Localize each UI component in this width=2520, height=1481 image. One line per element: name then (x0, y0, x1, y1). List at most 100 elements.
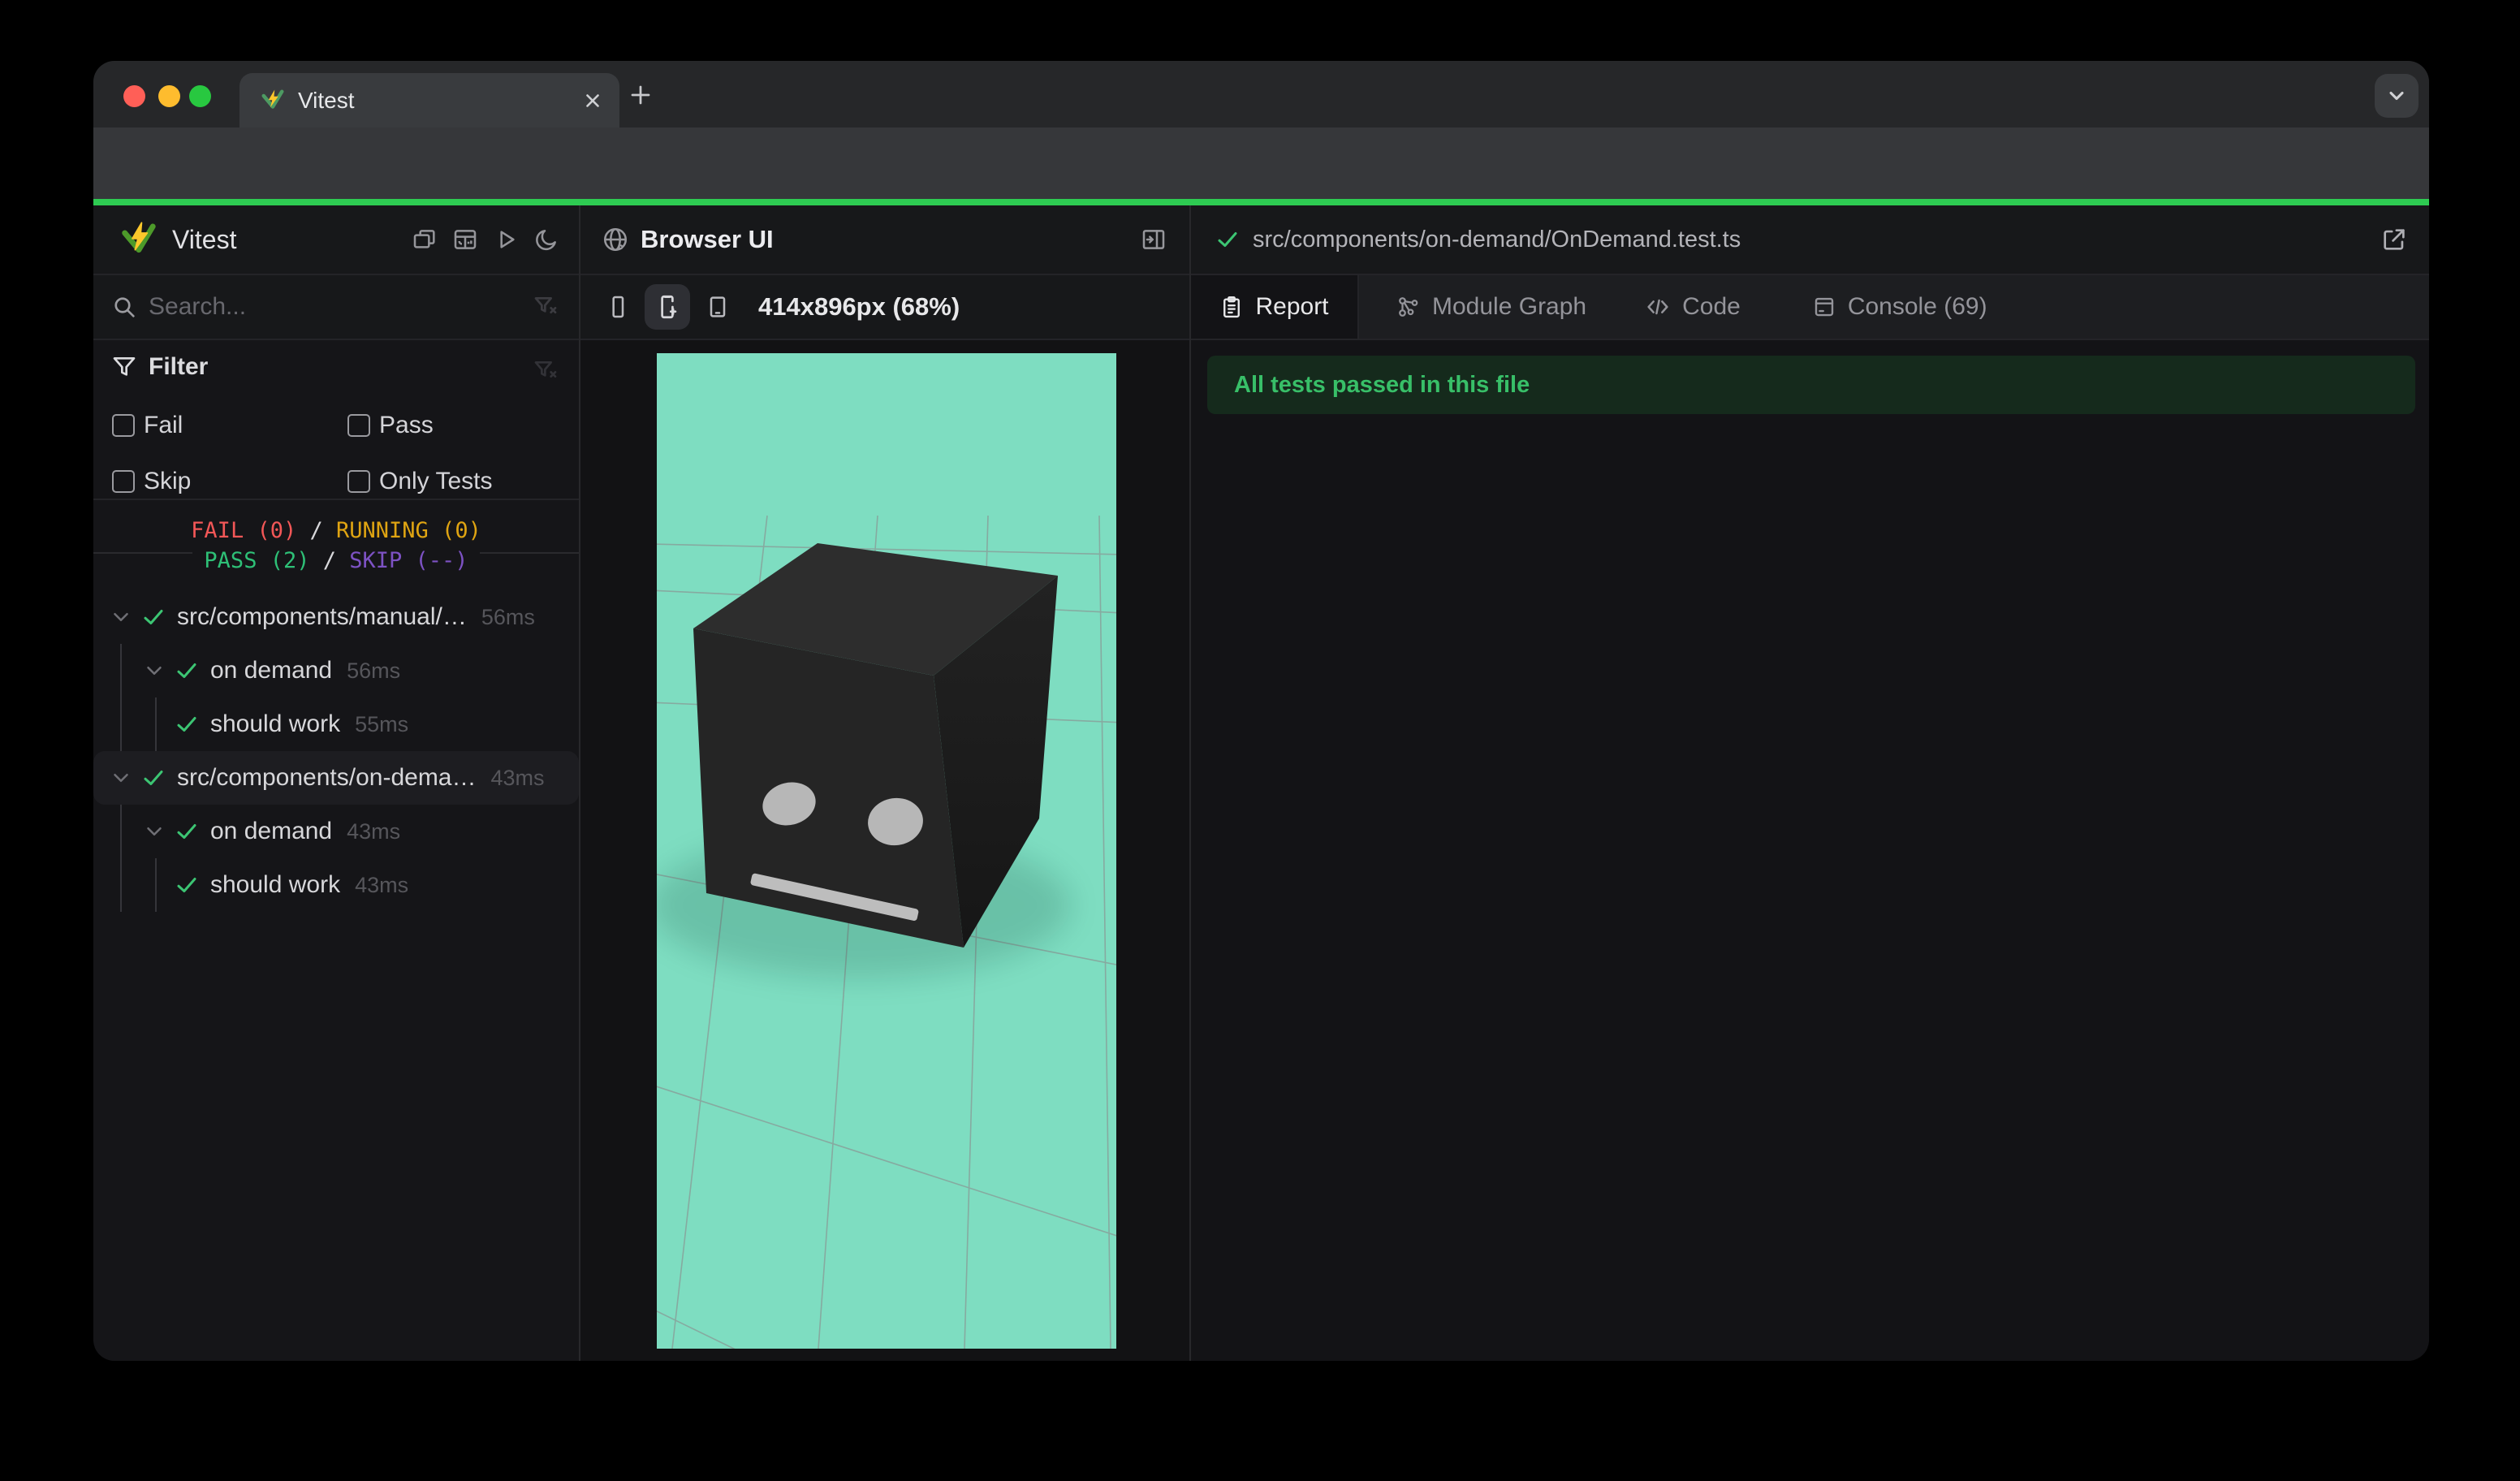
tree-suite-row[interactable]: on demand 43ms (93, 805, 579, 858)
test-file-label[interactable]: src/components/on-dema… (177, 764, 477, 792)
code-icon (1645, 294, 1671, 320)
new-tab-button[interactable] (628, 83, 653, 107)
test-duration: 43ms (347, 818, 401, 844)
browser-toolbar: localhost:5173/#/?file=1828625563 (93, 127, 2429, 253)
filter-funnel-icon (111, 354, 137, 380)
tester-viewport[interactable] (657, 353, 1116, 1349)
phone-icon[interactable] (595, 284, 641, 330)
tree-test-row[interactable]: should work 43ms (93, 858, 579, 912)
fail-checkbox[interactable] (112, 414, 135, 437)
module-graph-icon (1396, 295, 1421, 319)
filter-section: Filter Fail Pass Skip Only Tests (93, 340, 579, 500)
test-duration: 55ms (355, 711, 409, 736)
tree-suite-row[interactable]: on demand 56ms (93, 644, 579, 697)
globe-icon (602, 226, 629, 253)
browser-ui-title: Browser UI (641, 225, 774, 253)
zoom-window-button[interactable] (189, 85, 211, 107)
tab-console-label: Console (69) (1847, 293, 1987, 320)
chevron-down-icon[interactable] (142, 658, 166, 683)
fail-checkbox-label[interactable]: Fail (144, 413, 183, 438)
test-duration: 56ms (481, 604, 535, 629)
vitest-ui: Vitest Search... Filter Fail Pass Skip O… (93, 205, 2429, 1361)
pass-check-icon (175, 819, 199, 844)
vitest-accent-bar (93, 199, 2429, 205)
console-icon (1812, 295, 1836, 319)
test-duration: 43ms (355, 872, 409, 897)
filter-title: Filter (149, 353, 209, 380)
theme-moon-icon[interactable] (533, 227, 559, 253)
tests-passed-banner: All tests passed in this file (1207, 356, 2415, 414)
test-duration: 56ms (347, 658, 401, 683)
pass-check-icon (175, 658, 199, 683)
chevron-down-icon[interactable] (109, 605, 133, 629)
open-external-icon[interactable] (2380, 226, 2408, 253)
tree-test-row[interactable]: should work 55ms (93, 697, 579, 751)
tab-search-chevron-button[interactable] (2375, 74, 2419, 118)
windows-icon[interactable] (412, 227, 438, 253)
only-tests-checkbox[interactable] (347, 470, 370, 493)
search-row (93, 275, 579, 340)
skip-checkbox[interactable] (112, 470, 135, 493)
summary-line-fail-running: FAIL (0) / RUNNING (0) (179, 516, 493, 544)
tab-console[interactable]: Console (69) (1812, 275, 1987, 339)
search-input[interactable] (149, 293, 533, 321)
test-case-label[interactable]: should work (210, 871, 340, 899)
app-title: Vitest (172, 224, 237, 254)
report-tabs: Report Module Graph Code Console (69) (1191, 275, 2429, 340)
tree-file-row[interactable]: src/components/manual/… 56ms (93, 590, 579, 644)
device-toolbar: 414x896px (68%) (580, 275, 1189, 340)
test-case-label[interactable]: should work (210, 710, 340, 738)
tab-code-label: Code (1682, 293, 1741, 320)
tab-code[interactable]: Code (1645, 275, 1741, 339)
browser-ui-header: Browser UI (580, 205, 1189, 275)
minimize-window-button[interactable] (158, 85, 180, 107)
tab-title: Vitest (298, 87, 355, 113)
pass-checkbox[interactable] (347, 414, 370, 437)
test-tree: src/components/manual/… 56ms on demand 5… (93, 590, 579, 912)
pass-check-icon (175, 712, 199, 736)
tab-strip: Vitest (93, 61, 2429, 127)
test-suite-label[interactable]: on demand (210, 818, 332, 845)
tab-module-graph-label: Module Graph (1432, 293, 1587, 320)
report-panel: src/components/on-demand/OnDemand.test.t… (1191, 205, 2429, 1361)
browser-ui-panel: Browser UI 414x896px (68%) (580, 205, 1191, 1361)
tab-report-label: Report (1255, 293, 1329, 320)
clear-filter-icon[interactable] (533, 294, 559, 320)
open-file-path: src/components/on-demand/OnDemand.test.t… (1253, 226, 1741, 253)
tablet-icon[interactable] (695, 284, 740, 330)
pass-checkbox-label[interactable]: Pass (379, 413, 434, 438)
dashboard-icon[interactable] (452, 227, 478, 253)
sidebar-header: Vitest (93, 205, 579, 275)
vitest-favicon-icon (261, 89, 285, 113)
tab-module-graph[interactable]: Module Graph (1396, 275, 1586, 339)
only-tests-checkbox-label[interactable]: Only Tests (379, 469, 493, 494)
pass-check-icon (141, 605, 166, 629)
close-tab-icon[interactable] (582, 90, 603, 111)
chevron-down-icon[interactable] (109, 766, 133, 790)
chevron-down-icon[interactable] (142, 819, 166, 844)
skip-checkbox-label[interactable]: Skip (144, 469, 191, 494)
pass-check-icon (1215, 227, 1240, 252)
test-suite-label[interactable]: on demand (210, 657, 332, 684)
test-file-label[interactable]: src/components/manual/… (177, 603, 467, 631)
tree-file-row-selected[interactable]: src/components/on-dema… 43ms (93, 751, 579, 805)
run-all-icon[interactable] (493, 227, 519, 253)
summary-line-pass-skip: PASS (2) / SKIP (--) (192, 546, 480, 574)
sidebar: Vitest Search... Filter Fail Pass Skip O… (93, 205, 580, 1361)
tests-passed-text: All tests passed in this file (1234, 371, 1530, 398)
dock-right-icon[interactable] (1141, 227, 1167, 253)
tab-report[interactable]: Report (1191, 275, 1359, 339)
pass-check-icon (141, 766, 166, 790)
phone-plus-icon[interactable] (645, 284, 690, 330)
test-duration: 43ms (490, 765, 545, 790)
file-header: src/components/on-demand/OnDemand.test.t… (1191, 205, 2429, 275)
report-clipboard-icon (1219, 295, 1244, 319)
browser-window: Vitest localhost:5173/#/?file=1828625563 (93, 61, 2429, 1361)
browser-tab[interactable]: Vitest (239, 73, 619, 127)
close-window-button[interactable] (123, 85, 145, 107)
clear-filter-icon[interactable] (533, 358, 559, 384)
threejs-scene (657, 353, 1116, 1349)
search-icon (111, 294, 137, 320)
vitest-logo-icon (120, 221, 158, 258)
viewport-size-label: 414x896px (68%) (758, 292, 960, 321)
